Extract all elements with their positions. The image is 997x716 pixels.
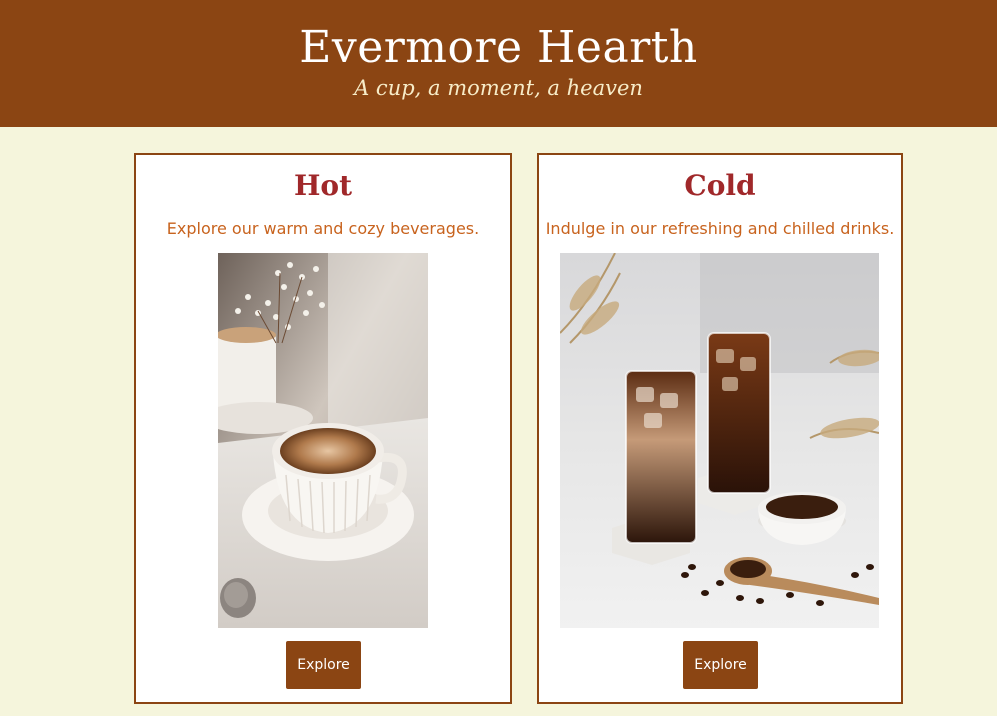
site-header: Evermore Hearth A cup, a moment, a heave… [0, 0, 997, 127]
hot-coffee-image [218, 253, 428, 628]
explore-cold-button[interactable]: Explore [683, 641, 758, 689]
card-title: Cold [684, 169, 756, 202]
iced-coffee-image [560, 253, 879, 628]
cold-drinks-card: Cold Indulge in our refreshing and chill… [537, 153, 903, 704]
hot-drinks-card: Hot Explore our warm and cozy beverages. [134, 153, 512, 704]
card-description: Explore our warm and cozy beverages. [166, 219, 480, 238]
site-tagline: A cup, a moment, a heaven [354, 76, 643, 100]
explore-hot-button[interactable]: Explore [286, 641, 361, 689]
card-description: Indulge in our refreshing and chilled dr… [545, 219, 895, 238]
card-title: Hot [293, 169, 353, 202]
site-title: Evermore Hearth [299, 22, 698, 73]
